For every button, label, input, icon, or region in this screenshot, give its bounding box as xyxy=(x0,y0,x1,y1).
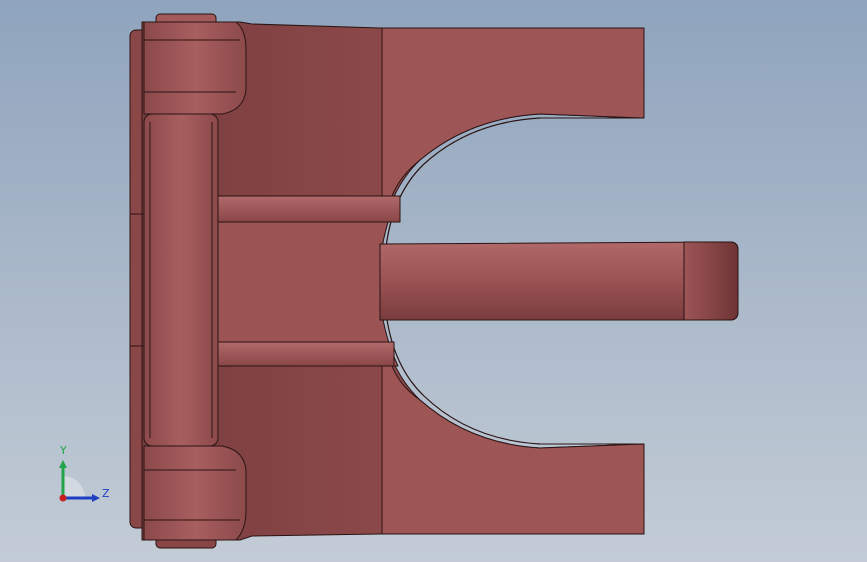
lower-rib xyxy=(217,341,395,367)
coordinate-triad: Y Z xyxy=(59,444,110,502)
part-model[interactable] xyxy=(0,0,867,562)
graphics-viewport[interactable]: Y Z xyxy=(0,0,867,562)
y-axis-arrow xyxy=(59,460,67,468)
part-geometry xyxy=(129,13,739,549)
shaft-tip xyxy=(683,241,739,321)
triad-quadrant xyxy=(63,476,85,498)
z-axis-arrow xyxy=(92,494,100,502)
top-boss xyxy=(143,21,247,115)
y-axis-label: Y xyxy=(59,444,67,457)
bottom-boss xyxy=(143,445,247,541)
z-axis-label: Z xyxy=(102,487,110,500)
lower-arm-face xyxy=(381,365,645,535)
upper-arm-face xyxy=(381,27,645,197)
upper-rib xyxy=(217,195,401,223)
flange-column xyxy=(143,113,219,447)
x-axis-dot xyxy=(59,494,67,502)
